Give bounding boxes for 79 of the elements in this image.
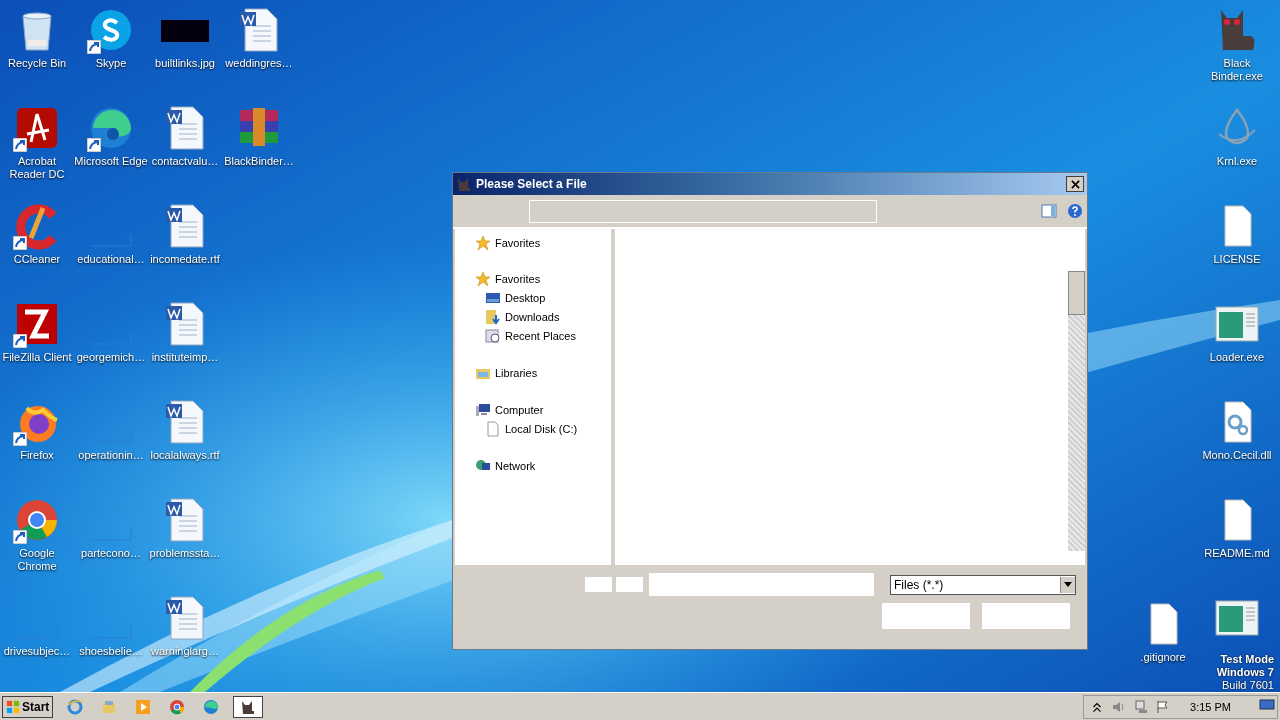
close-icon — [1070, 179, 1080, 189]
nav-item[interactable]: Computer — [455, 400, 611, 419]
icon-label: Skype — [95, 57, 127, 70]
file-name-field[interactable] — [649, 573, 874, 596]
icon-label: operationin… — [78, 449, 144, 462]
icon-label: educational… — [77, 253, 145, 266]
icon-label: Firefox — [20, 449, 54, 462]
icon-label: Loader.exe — [1209, 351, 1265, 364]
shortcut-arrow-icon — [13, 530, 27, 544]
icon-label: Mono.Cecil.dll — [1202, 449, 1272, 462]
star-icon — [475, 234, 491, 251]
icon-label: builtlinks.jpg — [155, 57, 215, 70]
icon-label: partecono… — [81, 547, 141, 560]
help-icon[interactable] — [1067, 203, 1083, 219]
icon-label: Google Chrome — [16, 547, 58, 573]
nav-item[interactable]: Downloads — [455, 307, 611, 326]
icon-label: weddingres… — [225, 57, 293, 70]
nav-item[interactable]: Desktop — [455, 288, 611, 307]
icon-label: LICENSE — [1213, 253, 1261, 266]
test-mode-text: Windows 7 — [1216, 666, 1274, 679]
file-type-dropdown[interactable]: Files (*.*) — [890, 574, 1076, 595]
icon-label: georgemich… — [76, 351, 146, 364]
icon-label: warninglarg… — [151, 645, 219, 658]
icon-label: Krnl.exe — [1216, 155, 1258, 168]
network-icon[interactable] — [1134, 699, 1149, 714]
shortcut-arrow-icon — [87, 138, 101, 152]
start-button[interactable]: Start — [2, 695, 54, 718]
icon-label: Acrobat Reader DC — [8, 155, 66, 181]
downloads-folder-icon — [485, 308, 501, 325]
ie-icon — [67, 698, 84, 715]
computer-icon — [475, 401, 491, 418]
recent-places-icon — [485, 327, 501, 344]
icon-label: CCleaner — [13, 253, 61, 266]
drive-icon — [485, 420, 501, 437]
speaker-icon[interactable] — [1112, 699, 1127, 714]
clock[interactable]: 3:15 PM — [1190, 700, 1231, 713]
nav-item[interactable]: Favorites — [455, 269, 611, 288]
scrollbar[interactable] — [1068, 271, 1085, 551]
icon-label: incomedate.rtf — [150, 253, 220, 266]
shortcut-arrow-icon — [87, 40, 101, 54]
icon-label: README.md — [1204, 547, 1270, 560]
nav-item[interactable]: Network — [455, 456, 611, 475]
shortcut-arrow-icon — [13, 432, 27, 446]
media-player-icon — [135, 698, 152, 715]
icon-label: FileZilla Client — [2, 351, 72, 364]
dropdown-arrow-icon — [1064, 582, 1072, 587]
test-mode-text: Build 7601 — [1222, 679, 1274, 692]
icon-label: instituteimp… — [151, 351, 219, 364]
nav-item[interactable]: Local Disk (C:) — [455, 419, 611, 438]
nav-item[interactable]: Favorites — [455, 233, 611, 252]
icon-label: drivesubjec… — [3, 645, 71, 658]
icon-label: Black Binder.exe — [1210, 57, 1264, 83]
icon-label: Recycle Bin — [7, 57, 67, 70]
icon-label: Microsoft Edge — [74, 155, 148, 168]
monitor-icon — [1259, 699, 1275, 711]
flag-icon[interactable] — [1156, 699, 1171, 714]
cat-icon — [456, 176, 472, 192]
shortcut-arrow-icon — [13, 236, 27, 250]
star-icon — [475, 270, 491, 287]
icon-label: shoesbelie… — [79, 645, 143, 658]
shortcut-arrow-icon — [13, 138, 27, 152]
test-mode-text: Test Mode — [1220, 653, 1274, 666]
address-field[interactable] — [529, 199, 877, 223]
chrome-icon — [169, 698, 186, 715]
icon-label: problemssta… — [149, 547, 221, 560]
shortcut-arrow-icon — [13, 334, 27, 348]
folder-icon — [101, 698, 118, 715]
window-title: Please Select a File — [476, 177, 588, 191]
icon-label: contactvalu… — [151, 155, 219, 168]
taskbar-button[interactable] — [233, 695, 264, 718]
icon-label: .gitignore — [1140, 651, 1186, 664]
edge-icon — [203, 698, 220, 715]
nav-item[interactable]: Libraries — [455, 363, 611, 382]
preview-pane-icon[interactable] — [1041, 203, 1057, 219]
icon-label: localalways.rtf — [150, 449, 220, 462]
nav-item[interactable]: Recent Places — [455, 326, 611, 345]
close-button[interactable] — [1066, 176, 1084, 192]
icon-label: BlackBinder… — [224, 155, 294, 168]
windows-logo-icon — [6, 699, 20, 714]
